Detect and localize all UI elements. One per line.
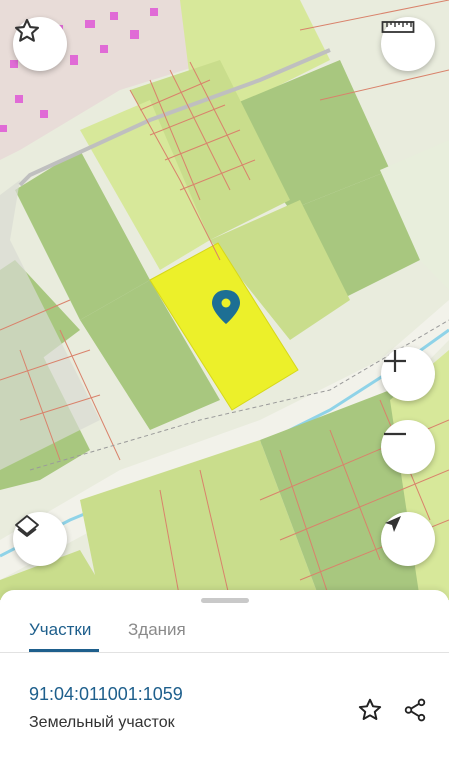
sheet-drag-handle[interactable]	[201, 598, 249, 603]
tab-buildings[interactable]: Здания	[128, 610, 186, 650]
map-view[interactable]	[0, 0, 449, 600]
share-button[interactable]	[399, 694, 431, 726]
zoom-out-button[interactable]	[381, 420, 435, 474]
divider	[0, 652, 449, 653]
plus-icon	[384, 350, 406, 372]
zoom-in-button[interactable]	[381, 347, 435, 401]
ruler-button[interactable]	[381, 17, 435, 71]
star-outline-icon	[358, 698, 382, 720]
plot-type-label: Земельный участок	[29, 714, 175, 731]
cadastral-number-link[interactable]: 91:04:011001:1059	[29, 684, 183, 705]
favorite-button[interactable]	[13, 17, 67, 71]
tab-plots[interactable]: Участки	[29, 610, 91, 650]
favorite-result-button[interactable]	[354, 694, 386, 726]
map-canvas[interactable]	[0, 0, 449, 600]
minus-icon	[384, 432, 406, 436]
layers-button[interactable]	[13, 512, 67, 566]
navigation-arrow-icon	[385, 516, 401, 532]
layers-icon	[15, 515, 39, 537]
bottom-sheet[interactable]: Участки Здания 91:04:011001:1059 Земельн…	[0, 590, 449, 767]
my-location-button[interactable]	[381, 512, 435, 566]
ruler-icon	[381, 21, 415, 33]
share-icon	[404, 698, 426, 722]
star-outline-icon	[14, 18, 40, 42]
